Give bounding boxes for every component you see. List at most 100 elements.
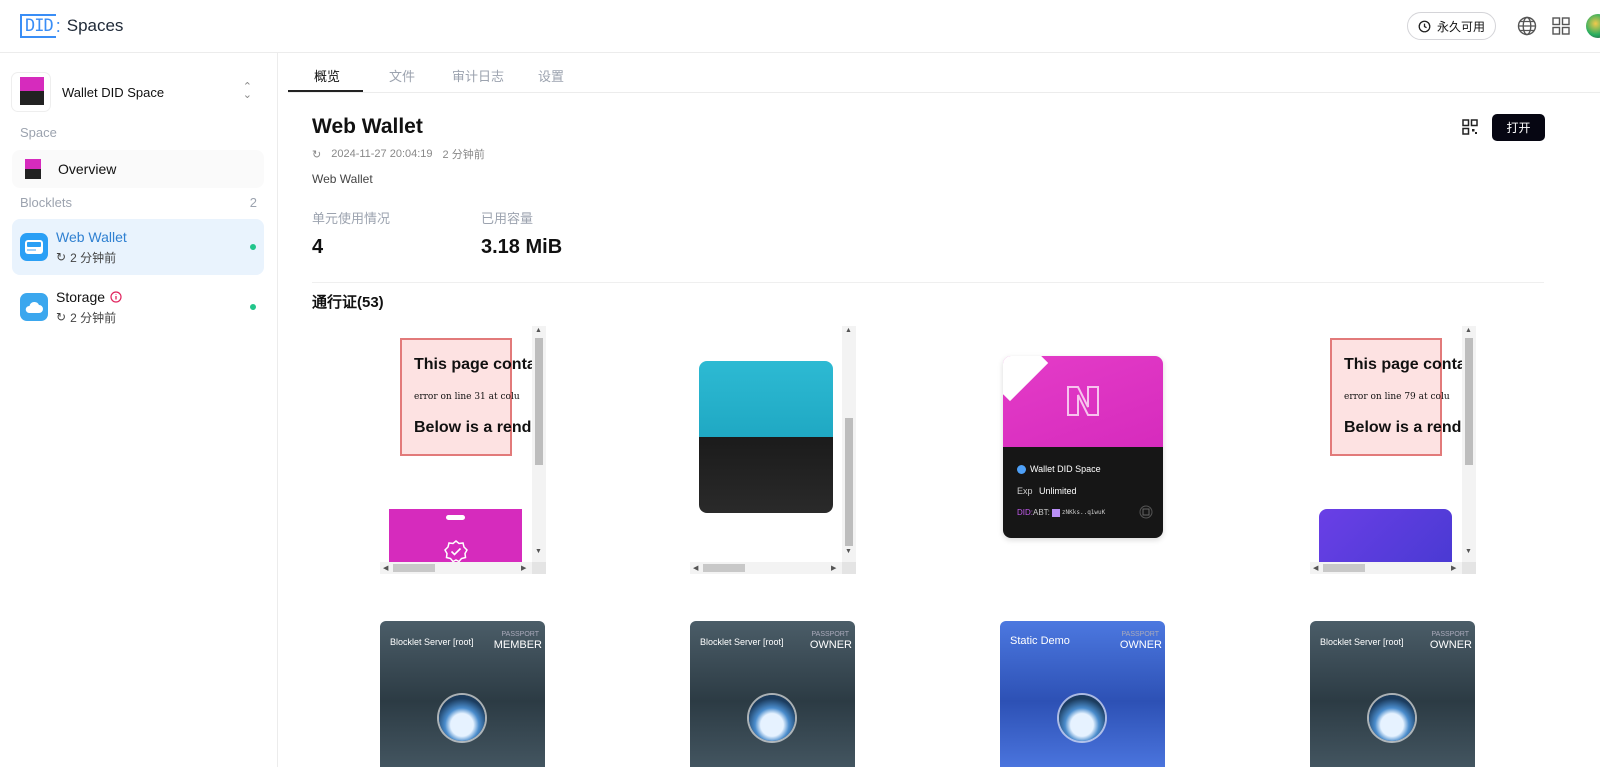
did-short: zNKks..q1wuK: [1061, 509, 1106, 516]
app-logo[interactable]: DID : Spaces: [20, 14, 123, 38]
open-button[interactable]: 打开: [1492, 114, 1545, 141]
space-selector[interactable]: Wallet DID Space ⌃ ⌄: [12, 71, 264, 113]
apps-button[interactable]: [1550, 15, 1572, 37]
pass-frame-4[interactable]: This page conta error on line 79 at colu…: [1310, 326, 1476, 574]
availability-button[interactable]: 永久可用: [1406, 12, 1496, 40]
passport-card-2[interactable]: Blocklet Server [root] PASSPORT OWNER: [690, 621, 855, 767]
user-avatar[interactable]: [1586, 14, 1600, 38]
qr-code-icon: [1462, 119, 1478, 135]
vertical-scrollbar[interactable]: ▲ ▼: [532, 326, 546, 562]
space-mini-thumbnail: [22, 158, 44, 180]
blocklet-name: Storage: [56, 288, 106, 305]
passport-card-3[interactable]: Static Demo PASSPORT OWNER: [1000, 621, 1165, 767]
pass-preview-bottom: [699, 437, 833, 513]
tab-audit-log[interactable]: 审计日志: [452, 66, 504, 85]
did-avatar-icon: [1051, 508, 1060, 517]
globe-small-icon: [1017, 464, 1026, 474]
did-card-exp-value: Unlimited: [1039, 486, 1077, 496]
did-value: ABT:: [1033, 508, 1050, 517]
description: Web Wallet: [312, 172, 373, 186]
sidebar: Wallet DID Space ⌃ ⌄ Space Overview Block…: [0, 53, 278, 767]
passes-title: 通行证(53): [312, 294, 384, 311]
horizontal-scrollbar[interactable]: ◀ ▶: [690, 562, 842, 574]
error-heading: This page conta: [414, 356, 532, 373]
pass-frame-1[interactable]: This page conta error on line 31 at colu…: [380, 326, 546, 574]
card-role: OWNER: [1119, 639, 1162, 651]
vertical-scrollbar[interactable]: ▲ ▼: [842, 326, 856, 562]
refresh-icon: ↻: [56, 250, 67, 264]
language-button[interactable]: [1516, 15, 1538, 37]
sidebar-item-overview[interactable]: Overview: [12, 150, 264, 188]
blocklet-time: 2 分钟前: [70, 310, 117, 325]
stat-value-units: 4: [312, 236, 324, 258]
card-role: MEMBER: [493, 639, 542, 651]
divider: [312, 282, 1544, 283]
space-name: Wallet DID Space: [62, 84, 165, 100]
vertical-scrollbar[interactable]: ▲ ▼: [1462, 326, 1476, 562]
did-card-bottom: Wallet DID Space Exp Unlimited DID: ABT:…: [1003, 447, 1163, 538]
top-actions: 永久可用: [1406, 12, 1600, 40]
did-badge-icon: [1139, 505, 1153, 519]
did-space-card[interactable]: Wallet DID Space Exp Unlimited DID: ABT:…: [1003, 356, 1163, 538]
pass-preview-magenta: [389, 509, 522, 563]
horizontal-scrollbar[interactable]: ◀ ▶: [380, 562, 532, 574]
stat-value-capacity: 3.18 MiB: [481, 236, 563, 258]
error-below: Below is a rend: [1344, 419, 1462, 436]
error-line: error on line 79 at colu: [1344, 392, 1450, 402]
space-section-label: Space: [20, 125, 57, 140]
chevron-up-down-icon: ⌃ ⌄: [242, 81, 252, 101]
card-issuer: Blocklet Server [root]: [1320, 637, 1404, 647]
passport-card-4[interactable]: Blocklet Server [root] PASSPORT OWNER: [1310, 621, 1475, 767]
top-bar: DID : Spaces 永久可用: [0, 0, 1600, 53]
tab-bar: 概览 文件 审计日志 设置: [288, 53, 1600, 93]
badge-check-icon: [444, 540, 468, 563]
stat-label-capacity: 已用容量: [481, 211, 534, 226]
error-line: error on line 31 at colu: [414, 392, 520, 402]
card-issuer: Blocklet Server [root]: [390, 637, 474, 647]
relative-time: 2 分钟前: [442, 149, 485, 161]
logo-text: Spaces: [66, 16, 124, 35]
card-role: OWNER: [1429, 639, 1472, 651]
card-avatar: [749, 695, 795, 741]
card-passport-label: PASSPORT: [501, 631, 539, 638]
status-dot: [250, 304, 256, 310]
page-title: Web Wallet: [312, 115, 423, 138]
blocklet-time: 2 分钟前: [70, 250, 117, 265]
sidebar-item-web-wallet[interactable]: Web Wallet ↻ 2 分钟前: [12, 219, 264, 275]
clock-icon: [1418, 20, 1431, 32]
error-below: Below is a rend: [414, 419, 532, 436]
refresh-icon: ↻: [56, 310, 67, 324]
card-avatar: [1059, 695, 1105, 741]
space-thumbnail: [12, 73, 50, 111]
tab-files[interactable]: 文件: [389, 66, 415, 85]
card-issuer: Static Demo: [1010, 635, 1070, 647]
card-avatar: [1369, 695, 1415, 741]
card-passport-label: PASSPORT: [811, 631, 849, 638]
sidebar-item-label: Overview: [58, 161, 117, 177]
did-space-logo-icon: [1067, 386, 1099, 416]
did-card-top: [1003, 356, 1163, 447]
stat-label-units: 单元使用情况: [312, 211, 391, 226]
scroll-corner: [532, 562, 546, 574]
did-prefix: DID:: [1017, 508, 1033, 517]
card-avatar: [439, 695, 485, 741]
grid-icon: [1552, 17, 1570, 35]
did-card-exp-label: Exp: [1017, 486, 1033, 496]
pass-preview-purple: [1319, 509, 1452, 562]
passport-card-1[interactable]: Blocklet Server [root] PASSPORT MEMBER: [380, 621, 545, 767]
pass-frame-2[interactable]: ▲ ▼ ◀ ▶: [690, 326, 856, 574]
qr-code-button[interactable]: [1462, 119, 1478, 135]
pass-preview-top: [699, 361, 833, 438]
sidebar-item-storage[interactable]: Storage ↻ 2 分钟前: [12, 279, 264, 335]
horizontal-scrollbar[interactable]: ◀ ▶: [1310, 562, 1462, 574]
detail-meta: ↻ 2024-11-27 20:04:19 2 分钟前: [312, 146, 485, 162]
wallet-icon: [20, 233, 48, 261]
logo-colon: :: [55, 15, 61, 36]
card-issuer: Blocklet Server [root]: [700, 637, 784, 647]
tab-settings[interactable]: 设置: [538, 66, 564, 85]
active-tab-indicator: [288, 90, 363, 92]
tab-overview[interactable]: 概览: [314, 66, 340, 85]
info-icon[interactable]: [110, 290, 122, 303]
card-passport-label: PASSPORT: [1121, 631, 1159, 638]
refresh-icon: ↻: [312, 148, 322, 161]
